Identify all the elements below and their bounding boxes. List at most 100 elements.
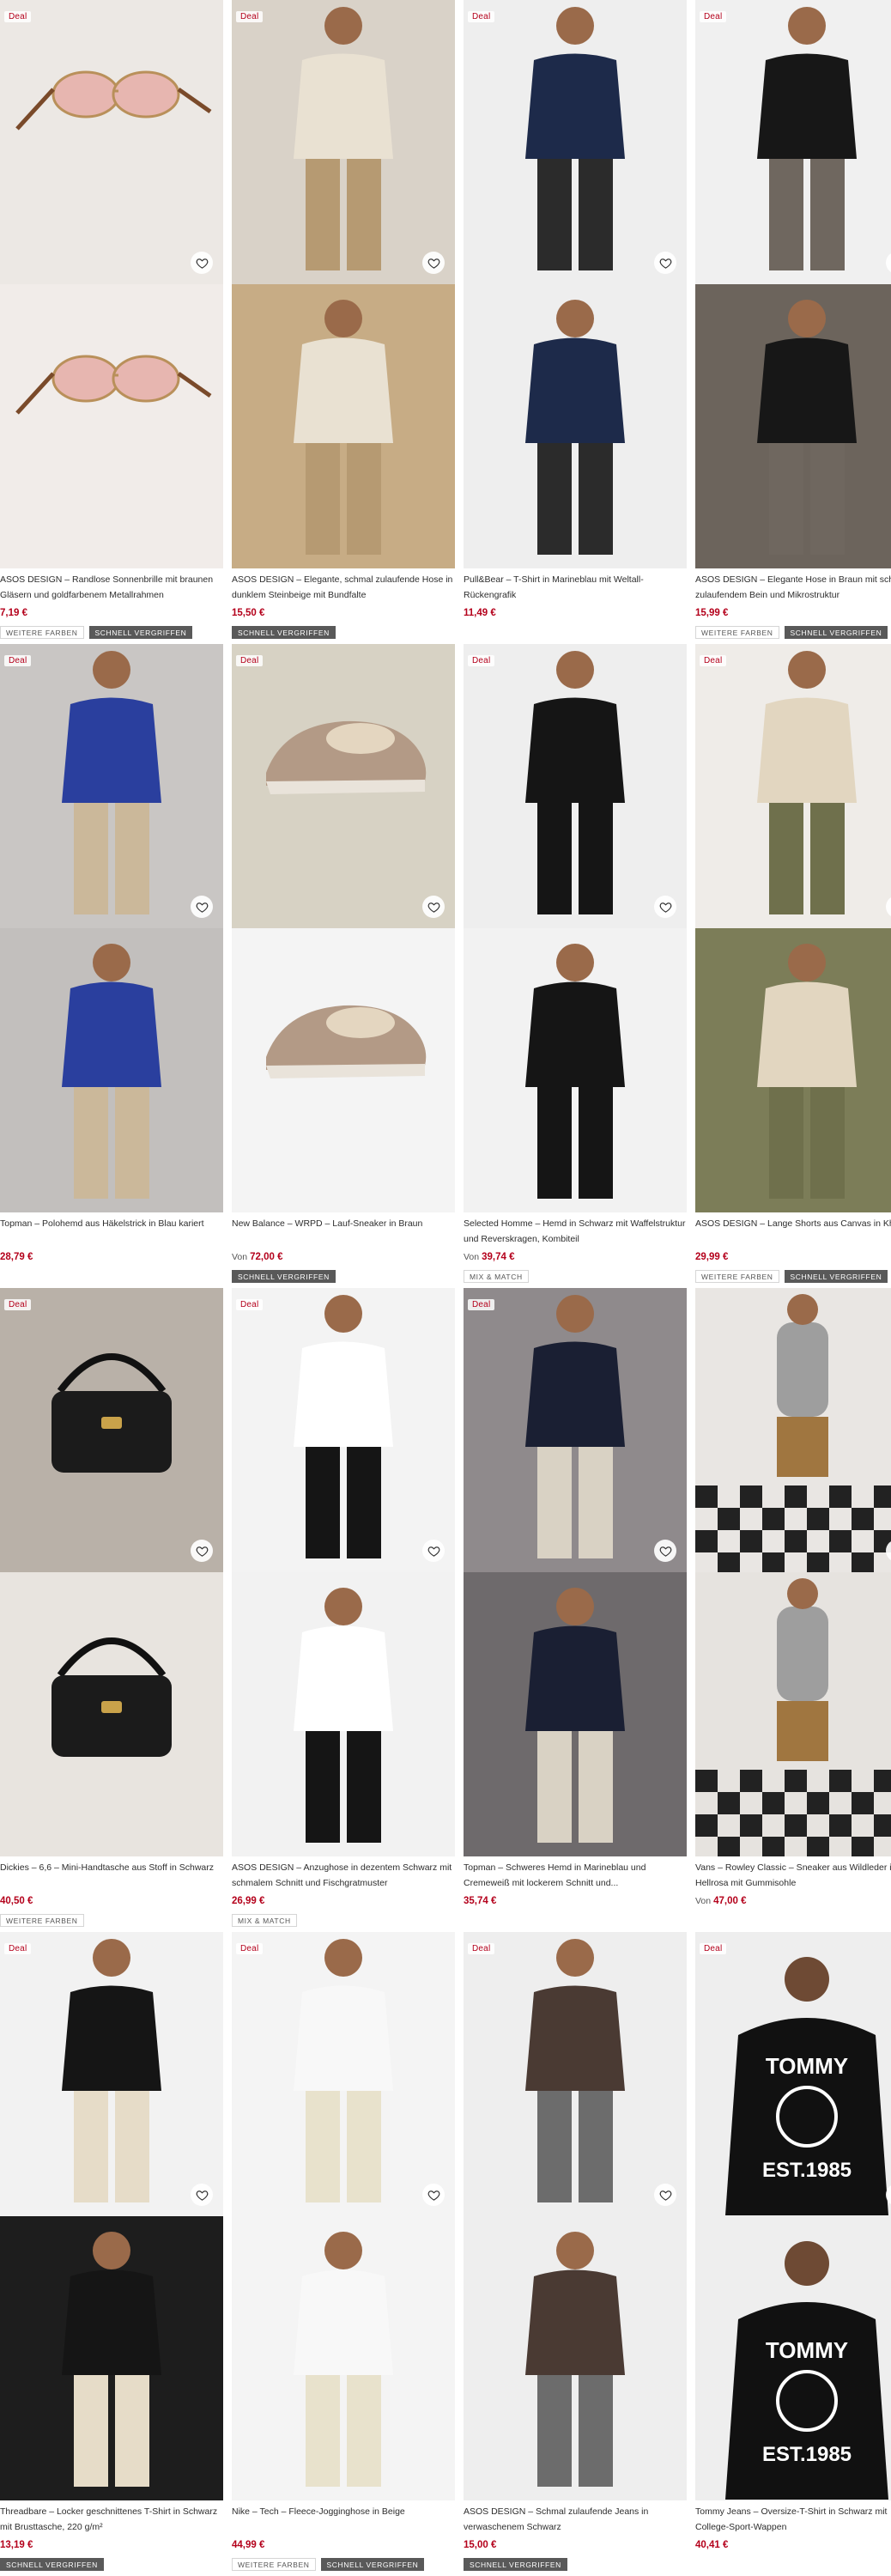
wishlist-heart-icon[interactable] [191,2184,213,2206]
product-image[interactable] [232,0,455,284]
product-image-alt[interactable] [232,284,455,568]
product-title[interactable]: Vans – Rowley Classic – Sneaker aus Wild… [695,1860,891,1891]
product-image[interactable] [0,0,223,284]
product-card[interactable]: Deal Nike – Tech – Fleece-Jogginghose in … [232,1932,455,2576]
product-image-alt[interactable] [464,284,687,568]
wishlist-heart-icon[interactable] [654,252,676,274]
selling-fast-badge: SCHNELL VERGRIFFEN [232,626,336,639]
product-card[interactable]: Deal ASOS DESIGN – Randlose Sonnenbrille … [0,0,223,644]
product-title[interactable]: ASOS DESIGN – Elegante, schmal zulaufend… [232,572,457,603]
product-title[interactable]: Selected Homme – Hemd in Schwarz mit Waf… [464,1216,688,1247]
product-card[interactable]: Deal ASOS DESIGN – Elegante Hose in Braun… [695,0,891,644]
product-image[interactable] [695,1288,891,1572]
product-badges [464,1914,688,1928]
deal-badge: Deal [700,11,727,22]
product-image[interactable]: TOMMY EST.1985 [695,1932,891,2216]
wishlist-heart-icon[interactable] [654,2184,676,2206]
wishlist-heart-icon[interactable] [422,2184,445,2206]
price-value: 35,74 € [464,1896,497,1906]
product-info: Pull&Bear – T-Shirt in Marineblau mit We… [464,572,688,640]
product-title[interactable]: ASOS DESIGN – Randlose Sonnenbrille mit … [0,572,225,603]
wishlist-heart-icon[interactable] [654,1540,676,1562]
product-image[interactable] [695,644,891,928]
product-image-alt[interactable] [0,928,223,1212]
product-title[interactable]: Nike – Tech – Fleece-Jogginghose in Beig… [232,2504,457,2535]
product-image[interactable] [0,1932,223,2216]
product-card[interactable]: TOMMY EST.1985 TOMMY EST.1985 Deal Tommy J… [695,1932,891,2576]
product-image[interactable] [695,0,891,284]
product-image[interactable] [0,1288,223,1572]
product-info: ASOS DESIGN – Lange Shorts aus Canvas in… [695,1216,891,1284]
selling-fast-badge: SCHNELL VERGRIFFEN [464,2558,567,2571]
product-image-alt[interactable] [695,1572,891,1856]
product-image-alt[interactable] [0,1572,223,1856]
product-title[interactable]: Tommy Jeans – Oversize-T-Shirt in Schwar… [695,2504,891,2535]
product-card[interactable]: Deal ASOS DESIGN – Lange Shorts aus Canva… [695,644,891,1288]
product-card[interactable]: Deal New Balance – WRPD – Lauf-Sneaker in… [232,644,455,1288]
wishlist-heart-icon[interactable] [191,1540,213,1562]
product-image[interactable] [464,644,687,928]
product-card[interactable]: Deal ASOS DESIGN – Schmal zulaufende Jean… [464,1932,687,2576]
price-value: 40,41 € [695,2540,729,2550]
product-image-alt[interactable] [464,2216,687,2500]
product-title[interactable]: ASOS DESIGN – Lange Shorts aus Canvas in… [695,1216,891,1247]
product-title[interactable]: ASOS DESIGN – Elegante Hose in Braun mit… [695,572,891,603]
product-card[interactable]: Deal Selected Homme – Hemd in Schwarz mit… [464,644,687,1288]
product-card[interactable]: Deal Topman – Schweres Hemd in Marineblau… [464,1288,687,1932]
product-title[interactable]: Threadbare – Locker geschnittenes T-Shir… [0,2504,225,2535]
product-badges: SCHNELL VERGRIFFEN [232,626,457,640]
product-image[interactable] [232,644,455,928]
product-image[interactable] [464,1932,687,2216]
product-card[interactable]: Vans – Rowley Classic – Sneaker aus Wild… [695,1288,891,1932]
product-image-alt[interactable] [464,1572,687,1856]
product-image-alt[interactable] [695,928,891,1212]
product-badges [695,2558,891,2572]
product-image-alt[interactable] [0,2216,223,2500]
wishlist-heart-icon[interactable] [654,896,676,918]
selling-fast-badge: SCHNELL VERGRIFFEN [784,626,888,639]
product-image[interactable] [464,1288,687,1572]
product-title[interactable]: ASOS DESIGN – Anzughose in dezentem Schw… [232,1860,457,1891]
wishlist-heart-icon[interactable] [191,896,213,918]
product-image-alt[interactable] [464,928,687,1212]
product-image[interactable] [0,644,223,928]
price-value: 40,50 € [0,1896,33,1906]
product-card[interactable]: Deal Threadbare – Locker geschnittenes T-… [0,1932,223,2576]
product-image-alt[interactable] [232,928,455,1212]
wishlist-heart-icon[interactable] [422,896,445,918]
product-price: 26,99 € [232,1894,457,1908]
product-card[interactable]: Deal ASOS DESIGN – Elegante, schmal zulau… [232,0,455,644]
product-image-alt[interactable] [695,284,891,568]
wishlist-heart-icon[interactable] [422,252,445,274]
wishlist-heart-icon[interactable] [191,252,213,274]
price-from-label: Von [464,1252,480,1262]
product-card[interactable]: Deal ASOS DESIGN – Anzughose in dezentem … [232,1288,455,1932]
product-title[interactable]: Topman – Schweres Hemd in Marineblau und… [464,1860,688,1891]
product-badges: SCHNELL VERGRIFFEN [232,1270,457,1284]
product-card[interactable]: Deal Topman – Polohemd aus Häkelstrick in… [0,644,223,1288]
product-title[interactable]: Topman – Polohemd aus Häkelstrick in Bla… [0,1216,225,1247]
product-image-alt[interactable] [0,284,223,568]
product-image[interactable] [464,0,687,284]
wishlist-heart-icon[interactable] [422,1540,445,1562]
product-price: 40,50 € [0,1894,225,1908]
product-title[interactable]: Dickies – 6,6 – Mini-Handtasche aus Stof… [0,1860,225,1891]
product-image-alt[interactable] [232,2216,455,2500]
product-info: ASOS DESIGN – Elegante Hose in Braun mit… [695,572,891,640]
product-image[interactable] [232,1288,455,1572]
product-image-alt[interactable]: TOMMY EST.1985 [695,2216,891,2500]
price-value: 15,50 € [232,608,265,618]
selling-fast-badge: SCHNELL VERGRIFFEN [320,2558,425,2571]
product-price: 13,19 € [0,2538,225,2552]
deal-badge: Deal [700,655,727,666]
product-image-alt[interactable] [232,1572,455,1856]
product-title[interactable]: Pull&Bear – T-Shirt in Marineblau mit We… [464,572,688,603]
product-title[interactable]: ASOS DESIGN – Schmal zulaufende Jeans in… [464,2504,688,2535]
product-title[interactable]: New Balance – WRPD – Lauf-Sneaker in Bra… [232,1216,457,1247]
product-card[interactable]: Deal Pull&Bear – T-Shirt in Marineblau mi… [464,0,687,644]
product-image[interactable] [232,1932,455,2216]
product-card[interactable]: Deal Dickies – 6,6 – Mini-Handtasche aus … [0,1288,223,1932]
deal-badge: Deal [468,655,495,666]
product-info: ASOS DESIGN – Randlose Sonnenbrille mit … [0,572,225,640]
product-price: 15,50 € [232,606,457,620]
